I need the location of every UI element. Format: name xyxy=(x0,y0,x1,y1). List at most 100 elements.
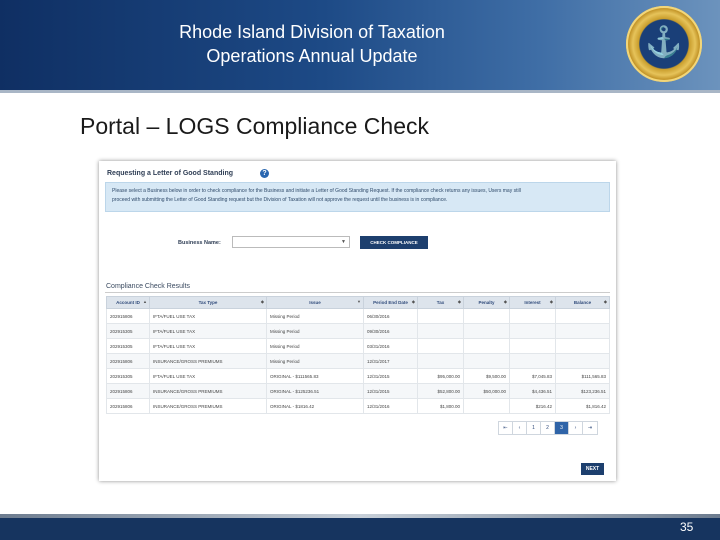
slide-title: Rhode Island Division of Taxation Operat… xyxy=(0,20,624,68)
chevron-down-icon: ▼ xyxy=(341,239,346,245)
business-name-select[interactable]: ▼ xyxy=(232,236,350,248)
cell-tax-type: IFTA/FUEL USE TAX xyxy=(149,308,267,324)
pager-next-button[interactable]: › xyxy=(569,422,583,434)
info-message: Please select a Business below in order … xyxy=(105,182,610,212)
cell-penalty: $50,000.00 xyxy=(463,383,510,399)
cell-balance xyxy=(555,308,610,324)
cell-balance xyxy=(555,323,610,339)
cell-balance xyxy=(555,338,610,354)
cell-penalty xyxy=(463,398,510,414)
cell-penalty xyxy=(463,338,510,354)
cell-account-id: 202915806 xyxy=(106,353,150,369)
slide-title-line1: Rhode Island Division of Taxation xyxy=(179,22,445,42)
column-header[interactable]: Balance ◆ xyxy=(555,296,610,309)
cell-tax-type: IFTA/FUEL USE TAX xyxy=(149,323,267,339)
cell-tax-type: IFTA/FUEL USE TAX xyxy=(149,338,267,354)
cell-issue: Missing Period xyxy=(266,338,364,354)
sort-caret-icon: ◆ xyxy=(457,299,461,304)
column-header-label: Period End Date xyxy=(373,300,408,305)
cell-period-end: 06/30/2016 xyxy=(363,308,418,324)
table-row[interactable]: 202915305 IFTA/FUEL USE TAX Missing Peri… xyxy=(106,323,610,339)
pager-page-2[interactable]: 2 xyxy=(541,422,555,434)
cell-tax: $95,000.00 xyxy=(417,368,464,384)
column-header[interactable]: Penalty ◆ xyxy=(463,296,510,309)
pager-prev-button[interactable]: ‹ xyxy=(513,422,527,434)
cell-issue: ORIGINAL - $1816.42 xyxy=(266,398,364,414)
page-number: 35 xyxy=(680,520,694,534)
pager-page-1[interactable]: 1 xyxy=(527,422,541,434)
column-header-label: Interest xyxy=(524,300,541,305)
column-header-label: Balance xyxy=(573,300,592,305)
cell-interest: $7,045.83 xyxy=(509,368,556,384)
next-button[interactable]: NEXT xyxy=(581,463,604,475)
cell-issue: ORIGINAL - $111565.83 xyxy=(266,368,364,384)
cell-tax xyxy=(417,338,464,354)
slide-heading: Portal – LOGS Compliance Check xyxy=(80,113,429,139)
cell-account-id: 202915305 xyxy=(106,368,150,384)
cell-issue: ORIGINAL - $125236.51 xyxy=(266,383,364,399)
pager-page-3[interactable]: 3 xyxy=(555,422,569,434)
table-row[interactable]: 202915806 INSURANCE/GROSS PREMIUMS ORIGI… xyxy=(106,383,610,399)
pager-first-button[interactable]: ⇤ xyxy=(499,422,513,434)
results-divider xyxy=(105,292,610,293)
cell-tax: $1,800.00 xyxy=(417,398,464,414)
cell-account-id: 202915806 xyxy=(106,308,150,324)
slide-footer xyxy=(0,514,720,540)
cell-period-end: 12/31/2015 xyxy=(363,383,418,399)
slide-header: Rhode Island Division of Taxation Operat… xyxy=(0,0,720,90)
cell-balance xyxy=(555,353,610,369)
column-header[interactable]: Account ID ▲ xyxy=(106,296,150,309)
cell-tax-type: IFTA/FUEL USE TAX xyxy=(149,368,267,384)
cell-tax: $52,800.00 xyxy=(417,383,464,399)
column-header[interactable]: Period End Date ◆ xyxy=(363,296,418,309)
cell-interest xyxy=(509,323,556,339)
table-row[interactable]: 202915305 IFTA/FUEL USE TAX Missing Peri… xyxy=(106,338,610,354)
cell-penalty: $9,500.00 xyxy=(463,368,510,384)
column-header[interactable]: Interest ◆ xyxy=(509,296,556,309)
footer-stripe xyxy=(0,514,720,518)
cell-tax xyxy=(417,308,464,324)
table-header-row: Account ID ▲ Tax Type ◆ Issue ▼ Period End … xyxy=(106,296,610,309)
info-line-1: Please select a Business below in order … xyxy=(112,188,521,194)
business-name-label: Business Name: xyxy=(178,240,221,246)
help-icon[interactable]: ? xyxy=(260,169,269,178)
compliance-results-table: Account ID ▲ Tax Type ◆ Issue ▼ Period End … xyxy=(106,296,610,414)
column-header[interactable]: Issue ▼ xyxy=(266,296,364,309)
cell-issue: Missing Period xyxy=(266,353,364,369)
pagination: ⇤ ‹ 1 2 3 › ⇥ xyxy=(498,421,598,435)
table-row[interactable]: 202915806 IFTA/FUEL USE TAX Missing Peri… xyxy=(106,308,610,324)
sort-caret-icon: ▼ xyxy=(357,299,361,304)
cell-tax xyxy=(417,353,464,369)
sort-caret-icon: ◆ xyxy=(603,299,607,304)
cell-tax-type: INSURANCE/GROSS PREMIUMS xyxy=(149,353,267,369)
column-header[interactable]: Tax ◆ xyxy=(417,296,464,309)
pager-last-button[interactable]: ⇥ xyxy=(583,422,597,434)
cell-account-id: 202915806 xyxy=(106,398,150,414)
column-header-label: Tax xyxy=(436,300,445,305)
info-line-2: proceed with submitting the Letter of Go… xyxy=(112,197,448,203)
state-seal-icon: ⚓ xyxy=(626,6,702,82)
cell-issue: Missing Period xyxy=(266,308,364,324)
column-header-label: Account ID xyxy=(116,300,140,305)
sort-caret-icon: ◆ xyxy=(260,299,264,304)
table-row[interactable]: 202915806 INSURANCE/GROSS PREMIUMS ORIGI… xyxy=(106,398,610,414)
table-row[interactable]: 202915806 INSURANCE/GROSS PREMIUMS Missi… xyxy=(106,353,610,369)
column-header-label: Issue xyxy=(309,300,321,305)
cell-balance: $123,236.51 xyxy=(555,383,610,399)
cell-account-id: 202915806 xyxy=(106,383,150,399)
cell-interest xyxy=(509,353,556,369)
column-header-label: Penalty xyxy=(478,300,495,305)
results-title: Compliance Check Results xyxy=(106,283,191,290)
slide-title-line2: Operations Annual Update xyxy=(206,46,418,66)
check-compliance-button[interactable]: CHECK COMPLIANCE xyxy=(360,236,428,249)
column-header-label: Tax Type xyxy=(198,300,218,305)
cell-interest: $216.42 xyxy=(509,398,556,414)
sort-caret-icon: ▲ xyxy=(143,299,147,304)
cell-account-id: 202915305 xyxy=(106,338,150,354)
anchor-icon: ⚓ xyxy=(645,26,683,59)
cell-balance: $1,816.42 xyxy=(555,398,610,414)
column-header[interactable]: Tax Type ◆ xyxy=(149,296,267,309)
table-row[interactable]: 202915305 IFTA/FUEL USE TAX ORIGINAL - $… xyxy=(106,368,610,384)
cell-issue: Missing Period xyxy=(266,323,364,339)
panel-title: Requesting a Letter of Good Standing xyxy=(107,170,233,177)
